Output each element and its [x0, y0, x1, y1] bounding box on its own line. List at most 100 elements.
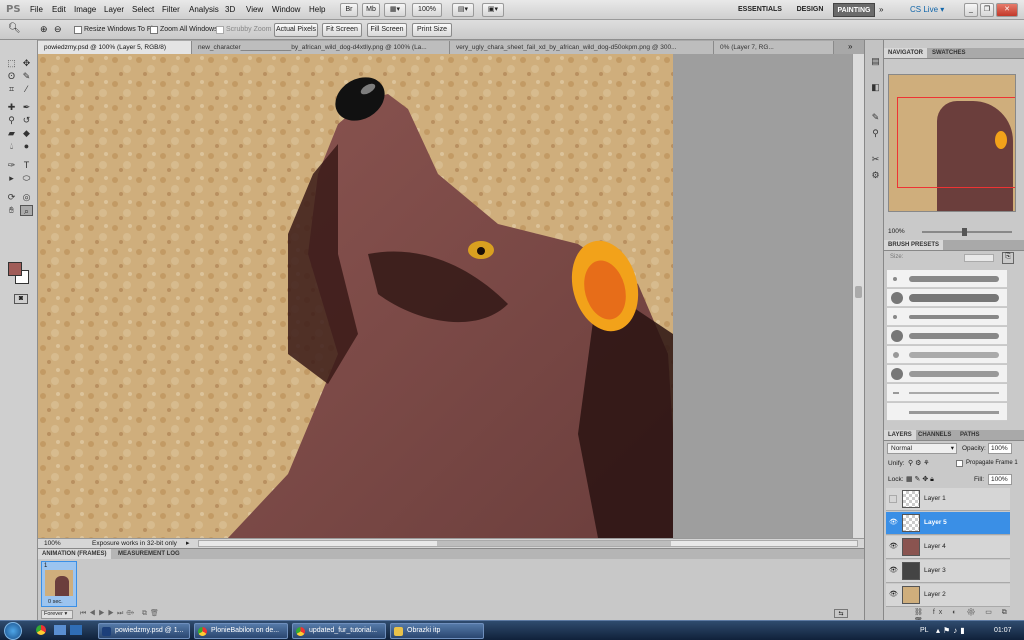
brush-size-input[interactable]	[964, 254, 994, 262]
menu-analysis[interactable]: Analysis	[189, 5, 219, 14]
eye-icon[interactable]: 👁︎	[889, 519, 898, 527]
status-arrow-icon[interactable]: ▸	[186, 539, 190, 547]
status-zoom[interactable]: 100%	[44, 540, 61, 547]
menu-3d[interactable]: 3D	[225, 5, 235, 14]
tab-navigator[interactable]: NAVIGATOR	[884, 48, 928, 58]
tab-layers[interactable]: LAYERS	[884, 430, 916, 440]
dodge-tool-icon[interactable]: ●	[20, 141, 33, 152]
navigator-zoom-slider[interactable]	[922, 228, 1012, 236]
language-indicator[interactable]: PL	[920, 627, 929, 634]
3d-orbit-icon[interactable]: ◎	[20, 192, 33, 203]
tool-presets-icon[interactable]: ✂	[869, 154, 882, 165]
brush-preset[interactable]	[887, 384, 1007, 402]
menu-image[interactable]: Image	[74, 5, 96, 14]
loop-dropdown[interactable]: Forever ▾	[41, 610, 73, 619]
tab-chara-sheet[interactable]: very_ugly_chara_sheet_fail_xd_by_african…	[450, 41, 714, 54]
bridge-button[interactable]: Br	[340, 3, 358, 17]
timeline-mode-icon[interactable]: ⇆	[834, 609, 848, 618]
vertical-scroll-thumb[interactable]	[855, 286, 862, 298]
close-button[interactable]: ✕	[996, 3, 1018, 17]
tabs-overflow-icon[interactable]: »	[848, 42, 852, 51]
minimize-button[interactable]: _	[964, 3, 978, 17]
desktop-icon[interactable]	[70, 625, 82, 635]
guides-menu-button[interactable]: ▦▾	[384, 3, 406, 17]
fill-input[interactable]: 100%	[988, 474, 1012, 485]
tab-layer7[interactable]: 0% (Layer 7, RG...	[714, 41, 834, 54]
propagate-frame-checkbox[interactable]	[956, 460, 963, 467]
history-panel-icon[interactable]: ▤	[869, 56, 882, 67]
menu-file[interactable]: File	[30, 5, 43, 14]
minibridge-button[interactable]: Mb	[362, 3, 380, 17]
brush-preset[interactable]	[887, 308, 1007, 326]
unify-icons[interactable]: ⚲ ⚙ ⚘	[908, 459, 930, 467]
blur-tool-icon[interactable]: 💧︎	[5, 141, 18, 152]
layer-row[interactable]: 👁︎ Layer 2	[886, 584, 1010, 607]
menu-select[interactable]: Select	[132, 5, 154, 14]
brush-tool-icon[interactable]: ✒	[20, 102, 33, 113]
zoom-tool-icon-active[interactable]: ⌕	[20, 205, 33, 216]
artwork-canvas[interactable]	[38, 54, 673, 538]
healing-brush-icon[interactable]: ✚	[5, 102, 18, 113]
tab-measurement-log[interactable]: MEASUREMENT LOG	[114, 549, 184, 559]
menu-view[interactable]: View	[246, 5, 263, 14]
navigator-view-box[interactable]	[897, 97, 1015, 188]
move-tool-icon[interactable]: ✥	[20, 58, 33, 69]
task-folder[interactable]: Obrazki itp	[390, 623, 484, 639]
visibility-toggle[interactable]	[889, 495, 897, 503]
frame-delay[interactable]: 0 sec.	[48, 599, 63, 605]
brush-preset[interactable]	[887, 365, 1007, 383]
tab-swatches[interactable]: SWATCHES	[928, 48, 970, 58]
clock[interactable]: 01:07	[994, 627, 1012, 634]
path-select-icon[interactable]: ▸	[5, 173, 18, 184]
layer-row[interactable]: Layer 1	[886, 488, 1010, 511]
foreground-color-swatch[interactable]	[8, 262, 22, 276]
arrange-documents-button[interactable]: ▤▾	[452, 3, 474, 17]
actual-pixels-button[interactable]: Actual Pixels	[274, 23, 318, 37]
color-panel-icon[interactable]: ◧	[869, 82, 882, 93]
tab-new-character[interactable]: new_character______________by_african_wi…	[192, 41, 450, 54]
task-chrome-1[interactable]: PlonieBabilon on de...	[194, 623, 288, 639]
task-chrome-2[interactable]: updated_fur_tutorial...	[292, 623, 386, 639]
zoom-out-icon[interactable]: ⊖	[54, 24, 62, 35]
layer-row[interactable]: 👁︎ Layer 3	[886, 560, 1010, 583]
canvas-area[interactable]	[38, 54, 864, 538]
cs-live-button[interactable]: CS Live ▾	[910, 5, 944, 14]
brush-preset[interactable]	[887, 270, 1007, 288]
workspace-design[interactable]: DESIGN	[791, 3, 829, 17]
workspace-more-icon[interactable]: »	[879, 5, 883, 14]
fit-screen-button[interactable]: Fit Screen	[322, 23, 362, 37]
eye-icon[interactable]: 👁︎	[889, 567, 898, 575]
adjustments-icon[interactable]: ⚙	[869, 170, 882, 181]
vertical-scrollbar[interactable]	[852, 54, 864, 538]
menu-help[interactable]: Help	[309, 5, 325, 14]
clone-stamp-icon[interactable]: ⚲	[5, 115, 18, 126]
pen-tool-icon[interactable]: ✑	[5, 160, 18, 171]
marquee-tool-icon[interactable]: ⬚	[5, 58, 18, 69]
horizontal-scroll-thumb[interactable]	[437, 541, 671, 546]
blend-mode-dropdown[interactable]: Normal ▾	[887, 443, 957, 454]
opacity-input[interactable]: 100%	[988, 443, 1012, 454]
eye-icon[interactable]: 👁︎	[889, 591, 898, 599]
task-photoshop[interactable]: powiedzmy.psd @ 1...	[98, 623, 190, 639]
menu-window[interactable]: Window	[272, 5, 300, 14]
brush-preset[interactable]	[887, 289, 1007, 307]
zoom-level-dropdown[interactable]: 100%	[412, 3, 442, 17]
fill-screen-button[interactable]: Fill Screen	[367, 23, 407, 37]
print-size-button[interactable]: Print Size	[412, 23, 452, 37]
animation-frame[interactable]: 1 0 sec.	[41, 561, 77, 607]
zoom-in-icon[interactable]: ⊕	[40, 24, 48, 35]
screen-mode-button[interactable]: ▣▾	[482, 3, 504, 17]
brush-panel-toggle-icon[interactable]: ⎘	[1002, 252, 1014, 264]
workspace-essentials[interactable]: ESSENTIALS	[734, 3, 786, 17]
brush-preset[interactable]	[887, 346, 1007, 364]
start-button[interactable]	[4, 622, 22, 640]
navigator-preview[interactable]	[888, 74, 1016, 212]
crop-tool-icon[interactable]: ⌗	[5, 84, 18, 95]
brush-panel-icon[interactable]: ✎	[869, 112, 882, 123]
restore-button[interactable]: ❐	[980, 3, 994, 17]
paint-bucket-icon[interactable]: ◆	[20, 128, 33, 139]
clone-source-icon[interactable]: ⚲	[869, 128, 882, 139]
explorer-icon[interactable]	[54, 625, 66, 635]
history-brush-icon[interactable]: ↺	[20, 115, 33, 126]
tab-brush-presets[interactable]: BRUSH PRESETS	[884, 240, 944, 250]
